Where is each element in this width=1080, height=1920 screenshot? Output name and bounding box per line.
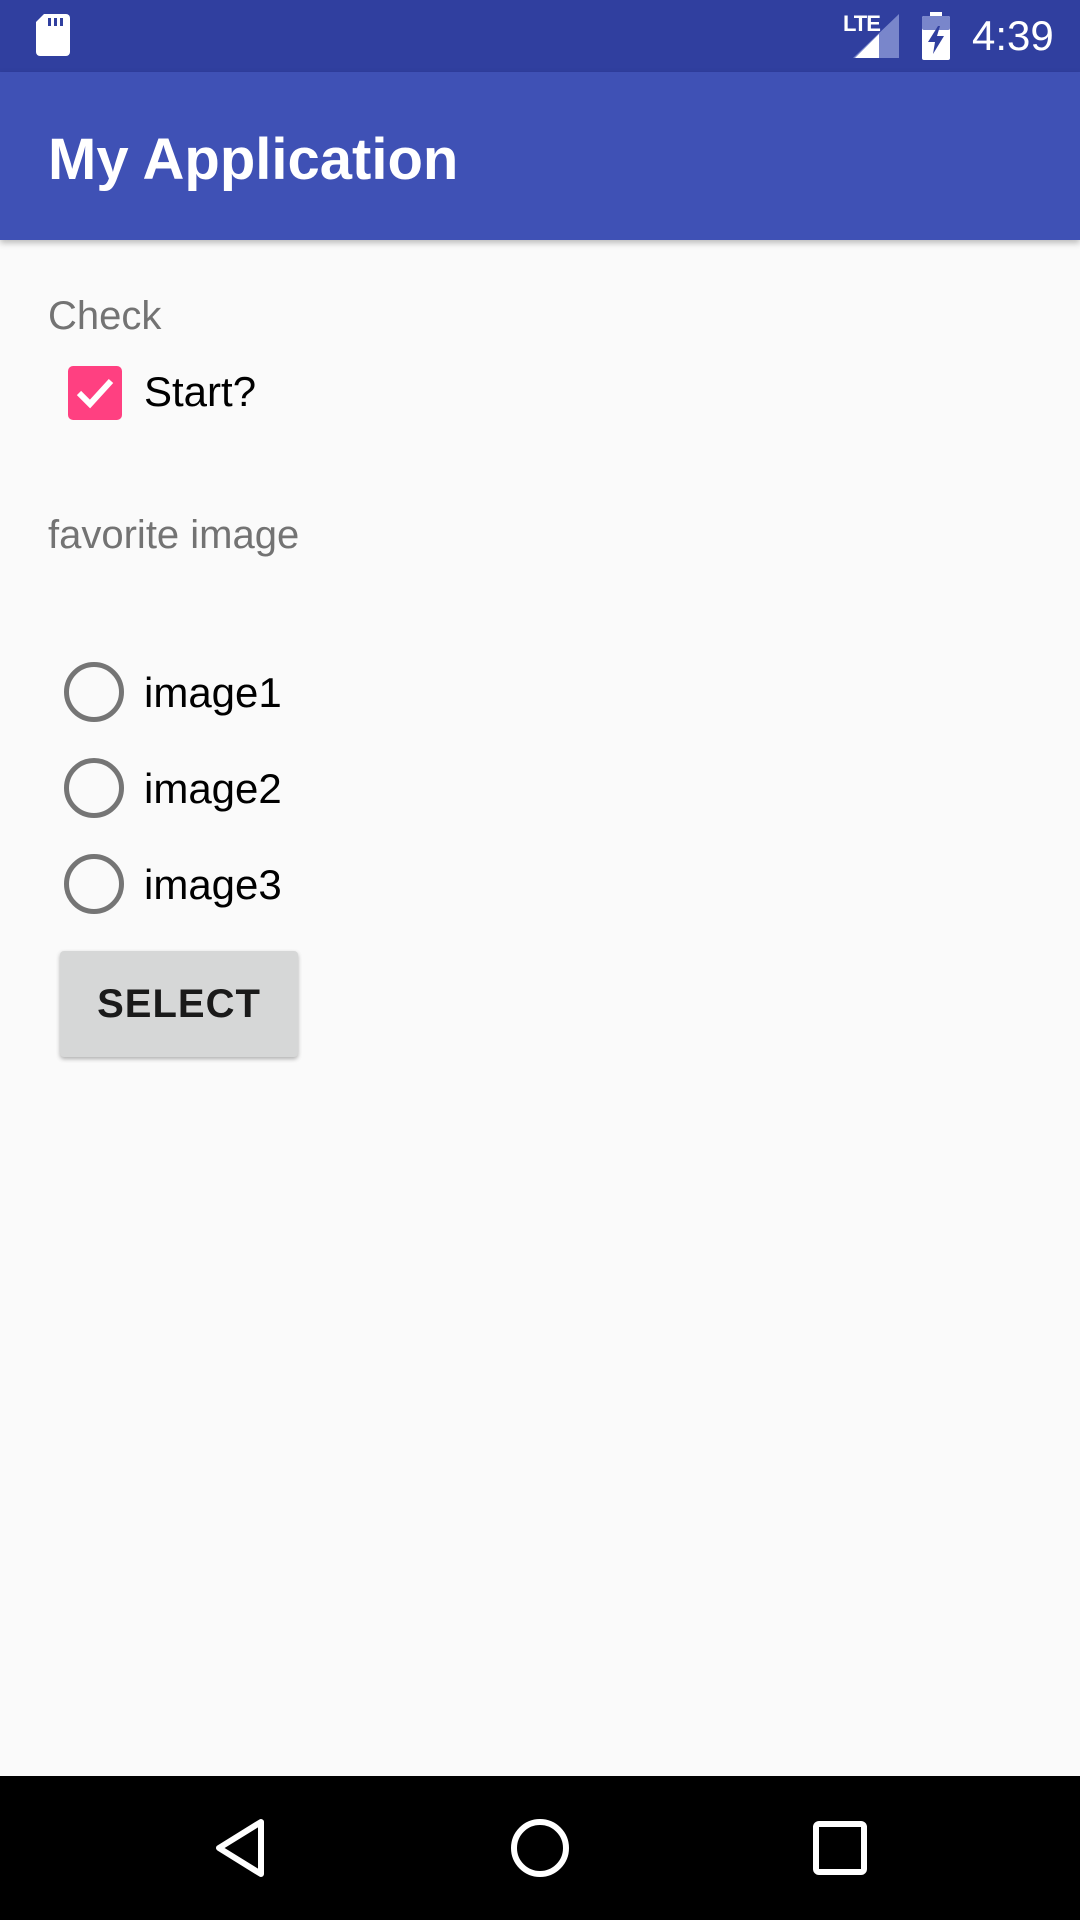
signal-icon [853, 14, 899, 58]
battery-charging-icon [922, 12, 950, 60]
status-bar: LTE 4:39 [0, 0, 1080, 72]
recents-icon[interactable] [804, 1812, 876, 1884]
checkbox-checked-icon[interactable] [68, 366, 122, 420]
radio-unchecked-icon[interactable] [64, 758, 124, 818]
radio-option-label: image2 [144, 765, 282, 812]
radio-option-label: image1 [144, 669, 282, 716]
radio-option-label: image3 [144, 861, 282, 908]
check-section-label: Check [48, 294, 162, 338]
radio-unchecked-icon[interactable] [64, 662, 124, 722]
radio-group-label: favorite image [48, 513, 300, 557]
checkmark-icon [76, 378, 114, 409]
radio-unchecked-icon[interactable] [64, 854, 124, 914]
app-title: My Application [48, 127, 459, 192]
back-icon[interactable] [205, 1812, 277, 1884]
checkbox-label: Start? [144, 368, 257, 415]
home-icon[interactable] [504, 1812, 576, 1884]
select-button[interactable]: SELECT [60, 951, 298, 1057]
app-bar: My Application [0, 72, 1080, 240]
navigation-bar [0, 1776, 1080, 1920]
status-clock: 4:39 [972, 12, 1054, 59]
sd-card-icon [36, 14, 70, 56]
